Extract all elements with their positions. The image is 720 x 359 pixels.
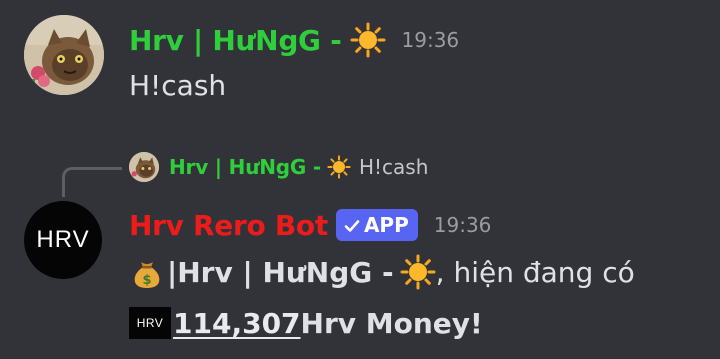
sun-icon [350, 22, 386, 58]
message-timestamp: 19:36 [433, 213, 492, 237]
app-badge: APP [335, 209, 418, 241]
app-badge-label: APP [363, 213, 409, 237]
reply-avatar [129, 152, 159, 182]
bot-message-line: $ |Hrv | HưNgG - , hiện đang có [129, 252, 635, 292]
username[interactable]: Hrv | HưNgG - [129, 24, 342, 57]
message-content: H!cash [129, 69, 227, 102]
chat-view: Hrv | HưNgG - 19:36 H!cash Hrv | HưNgG -… [0, 0, 720, 359]
bot-avatar[interactable]: HRV [24, 201, 102, 279]
bot-username[interactable]: Hrv Rero Bot [129, 209, 328, 242]
reply-reference[interactable]: Hrv | HưNgG - H!cash [129, 151, 428, 183]
svg-text:$: $ [142, 273, 151, 288]
hrv-logo-icon: HRV [129, 307, 171, 339]
user-avatar[interactable] [24, 15, 104, 95]
bot-avatar-logo: HRV [36, 226, 90, 253]
sun-icon [327, 155, 351, 179]
message-timestamp: 19:36 [401, 28, 460, 52]
money-bag-icon: $ [129, 254, 165, 290]
reply-username[interactable]: Hrv | HưNgG - [169, 155, 321, 179]
message-header: Hrv | HưNgG - 19:36 [129, 20, 459, 60]
currency-label: Hrv Money! [300, 306, 483, 340]
reply-preview-text: H!cash [358, 155, 429, 179]
sun-icon [400, 254, 436, 290]
bot-message-line: HRV 114,307 Hrv Money! [129, 303, 483, 343]
mentioned-username: |Hrv | HưNgG - [167, 255, 394, 289]
hrv-logo-text: HRV [136, 316, 164, 330]
checkmark-icon [343, 216, 361, 234]
balance-amount: 114,307 [173, 306, 301, 340]
reply-connector [62, 167, 122, 197]
balance-phrase: , hiện đang có [435, 255, 635, 289]
message-header: Hrv Rero Bot APP 19:36 [129, 205, 491, 245]
